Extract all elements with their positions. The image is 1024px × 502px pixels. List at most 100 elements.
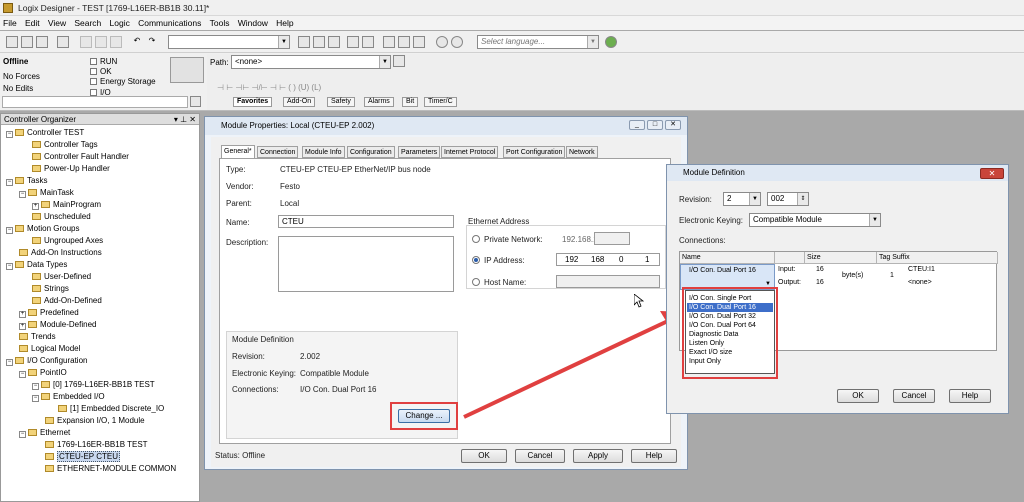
tree-item[interactable]: − I/O Configuration bbox=[6, 356, 87, 366]
collapse-icon[interactable]: − bbox=[19, 191, 26, 198]
collapse-icon[interactable]: − bbox=[6, 263, 13, 270]
revision-minor-stepper[interactable]: 002 ⇕ bbox=[767, 192, 809, 206]
pin-close-icon[interactable]: ▾ ⊥ ✕ bbox=[174, 114, 196, 125]
menu-view[interactable]: View bbox=[45, 16, 69, 28]
collapse-icon[interactable]: − bbox=[6, 131, 13, 138]
redo-icon[interactable]: ↷ bbox=[146, 36, 158, 48]
tab-internet-protocol[interactable]: Internet Protocol bbox=[441, 146, 499, 158]
zoom-in-icon[interactable] bbox=[436, 36, 448, 48]
collapse-icon[interactable]: − bbox=[19, 371, 26, 378]
tree-item[interactable]: Add-On-Defined bbox=[32, 296, 102, 306]
tree-item[interactable]: Unscheduled bbox=[32, 212, 91, 222]
menu-search[interactable]: Search bbox=[71, 16, 104, 28]
verify-routine-icon[interactable] bbox=[362, 36, 374, 48]
check-icon[interactable] bbox=[383, 36, 395, 48]
tree-item[interactable]: Ungrouped Axes bbox=[32, 236, 103, 246]
close-icon[interactable]: ✕ bbox=[980, 168, 1004, 179]
tab-network[interactable]: Network bbox=[566, 146, 598, 158]
tree-item[interactable]: − PointIO bbox=[19, 368, 67, 378]
tab-bit[interactable]: Bit bbox=[402, 97, 419, 107]
menu-window[interactable]: Window bbox=[235, 16, 271, 28]
menu-logic[interactable]: Logic bbox=[107, 16, 133, 28]
properties-icon[interactable] bbox=[398, 36, 410, 48]
tab-connection[interactable]: Connection bbox=[257, 146, 299, 158]
maximize-icon[interactable]: □ bbox=[647, 120, 663, 130]
ok-button[interactable]: OK bbox=[837, 389, 879, 403]
tree-item[interactable]: − [0] 1769-L16ER-BB1B TEST bbox=[32, 380, 155, 390]
tab-safety[interactable]: Safety bbox=[327, 97, 355, 107]
close-icon[interactable]: ✕ bbox=[665, 120, 681, 130]
minimize-icon[interactable]: _ bbox=[629, 120, 645, 130]
tree-item[interactable]: Strings bbox=[32, 284, 69, 294]
tree-item[interactable]: 1769-L16ER-BB1B TEST bbox=[45, 440, 148, 450]
cancel-button[interactable]: Cancel bbox=[893, 389, 935, 403]
expand-icon[interactable]: + bbox=[32, 203, 39, 210]
network-icon[interactable] bbox=[393, 55, 405, 67]
apply-button[interactable]: Apply bbox=[573, 449, 623, 463]
save-icon[interactable] bbox=[36, 36, 48, 48]
revision-major-select[interactable]: 2 ▼ bbox=[723, 192, 761, 206]
tree-item[interactable]: Trends bbox=[19, 332, 56, 342]
tree-item[interactable]: Add-On Instructions bbox=[19, 248, 102, 258]
search-combo[interactable]: ▼ bbox=[168, 35, 290, 49]
collapse-icon[interactable]: − bbox=[19, 431, 26, 438]
tree-item[interactable]: [1] Embedded Discrete_IO bbox=[58, 404, 164, 414]
verify-icon[interactable] bbox=[347, 36, 359, 48]
globe-icon[interactable] bbox=[605, 36, 617, 48]
collapse-icon[interactable]: − bbox=[32, 395, 39, 402]
path-select[interactable]: <none> ▼ bbox=[231, 55, 391, 69]
collapse-icon[interactable]: − bbox=[32, 383, 39, 390]
tab-alarms[interactable]: Alarms bbox=[364, 97, 394, 107]
collapse-icon[interactable]: − bbox=[6, 227, 13, 234]
tree-item[interactable]: Power-Up Handler bbox=[32, 164, 110, 174]
tab-port-configuration[interactable]: Port Configuration bbox=[503, 146, 566, 158]
tab-favorites[interactable]: Favorites bbox=[233, 97, 273, 107]
private-network-stepper[interactable] bbox=[594, 232, 630, 245]
grid-icon[interactable] bbox=[413, 36, 425, 48]
tree-item-selected[interactable]: CTEU-EP CTEU bbox=[45, 451, 120, 462]
tab-configuration[interactable]: Configuration bbox=[347, 146, 395, 158]
menu-file[interactable]: File bbox=[0, 16, 20, 28]
find-icon[interactable] bbox=[298, 36, 310, 48]
cut-icon[interactable] bbox=[80, 36, 92, 48]
tree-item[interactable]: User-Defined bbox=[32, 272, 91, 282]
tree-item[interactable]: − Ethernet bbox=[19, 428, 70, 438]
tree-item[interactable]: Logical Model bbox=[19, 344, 80, 354]
tree-item[interactable]: + Predefined bbox=[19, 308, 79, 318]
menu-communications[interactable]: Communications bbox=[135, 16, 204, 28]
tree-item[interactable]: Expansion I/O, 1 Module bbox=[45, 416, 145, 426]
tree-item[interactable]: Controller Tags bbox=[32, 140, 98, 150]
keying-select[interactable]: Compatible Module ▼ bbox=[749, 213, 881, 227]
tree-item[interactable]: ETHERNET-MODULE COMMON bbox=[45, 464, 176, 474]
help-button[interactable]: Help bbox=[949, 389, 991, 403]
tab-module-info[interactable]: Module Info bbox=[302, 146, 345, 158]
tab-timer[interactable]: Timer/C bbox=[424, 97, 457, 107]
tree-item[interactable]: − MainTask bbox=[19, 188, 74, 198]
expand-icon[interactable]: + bbox=[19, 323, 26, 330]
open-folder-icon[interactable] bbox=[21, 36, 33, 48]
language-select[interactable]: Select language... ▼ bbox=[477, 35, 599, 49]
help-button[interactable]: Help bbox=[631, 449, 677, 463]
tree-item[interactable]: + Module-Defined bbox=[19, 320, 96, 330]
find-all-icon[interactable] bbox=[328, 36, 340, 48]
tree-item[interactable]: − Controller TEST bbox=[6, 128, 84, 138]
tree-item[interactable]: − Embedded I/O bbox=[32, 392, 105, 402]
expand-icon[interactable]: + bbox=[19, 311, 26, 318]
panel-toggle-icon[interactable] bbox=[190, 96, 201, 107]
tree-item[interactable]: Controller Fault Handler bbox=[32, 152, 129, 162]
tree-item[interactable]: + MainProgram bbox=[32, 200, 101, 210]
description-field[interactable] bbox=[278, 236, 454, 292]
new-file-icon[interactable] bbox=[6, 36, 18, 48]
zoom-out-icon[interactable] bbox=[451, 36, 463, 48]
tree-item[interactable]: − Motion Groups bbox=[6, 224, 79, 234]
print-icon[interactable] bbox=[57, 36, 69, 48]
private-network-radio[interactable] bbox=[472, 235, 480, 243]
menu-edit[interactable]: Edit bbox=[22, 16, 43, 28]
tab-general[interactable]: General* bbox=[221, 145, 255, 158]
tab-add-on[interactable]: Add-On bbox=[283, 97, 316, 107]
ip-address-radio[interactable] bbox=[472, 256, 480, 264]
name-field[interactable]: CTEU bbox=[278, 215, 454, 228]
find-next-icon[interactable] bbox=[313, 36, 325, 48]
menu-tools[interactable]: Tools bbox=[207, 16, 233, 28]
collapse-icon[interactable]: − bbox=[6, 179, 13, 186]
